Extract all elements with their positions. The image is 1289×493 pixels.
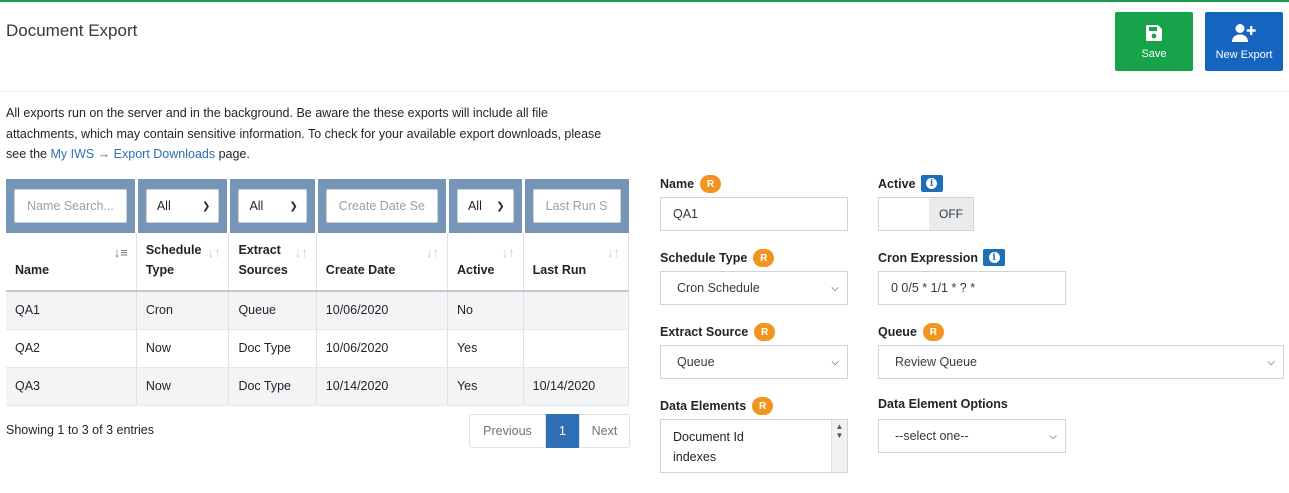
column-header-create-date[interactable]: ↓↑ Create Date <box>316 233 448 292</box>
chevron-down-icon: ⌵ <box>1267 356 1275 368</box>
extract-source-label: Extract Source R <box>660 323 776 341</box>
scrollbar[interactable]: ▲ ▼ <box>831 420 847 472</box>
header-divider <box>0 91 1289 92</box>
sort-icon: ↓↑ <box>207 245 221 260</box>
column-header-name[interactable]: ↓≡ Name <box>6 233 137 292</box>
intro-text: All exports run on the server and in the… <box>6 103 606 165</box>
chevron-down-icon: ❯ <box>289 200 298 212</box>
data-elements-label: Data Elements R <box>660 397 774 415</box>
active-toggle[interactable]: OFF <box>878 197 974 231</box>
sort-asc-icon: ↓≡ <box>113 245 128 260</box>
required-badge: R <box>753 249 775 267</box>
table-row[interactable]: QA3 Now Doc Type 10/14/2020 Yes 10/14/20… <box>6 367 630 406</box>
info-icon[interactable]: i <box>983 249 1006 266</box>
entries-info: Showing 1 to 3 of 3 entries <box>6 423 155 437</box>
chevron-down-icon: ⌵ <box>831 356 839 368</box>
cron-expression-label: Cron Expression i <box>878 249 1006 266</box>
name-input[interactable]: QA1 <box>660 197 848 231</box>
chevron-down-icon: ❯ <box>202 200 211 212</box>
user-plus-icon <box>1232 23 1256 42</box>
chevron-down-icon: ⌵ <box>831 282 839 294</box>
exports-table: Name Search... All ❯ All ❯ Create Date Se … <box>6 179 630 406</box>
create-date-search-input[interactable]: Create Date Se <box>325 189 438 223</box>
extract-source-select[interactable]: Queue ⌵ <box>660 345 848 379</box>
column-header-schedule-type[interactable]: ↓↑ Schedule Type <box>136 233 230 292</box>
data-elements-listbox[interactable]: Document Id indexes ▲ ▼ <box>660 419 848 473</box>
save-button-label: Save <box>1141 47 1167 60</box>
list-item[interactable]: Document Id <box>661 427 847 447</box>
sort-icon: ↓↑ <box>425 245 439 260</box>
sort-icon: ↓↑ <box>294 245 308 260</box>
active-label: Active i <box>878 175 943 192</box>
list-item[interactable]: indexes <box>661 447 847 467</box>
save-button[interactable]: Save <box>1115 12 1193 71</box>
next-page-button[interactable]: Next <box>579 414 630 448</box>
data-element-options-label: Data Element Options <box>878 397 1008 411</box>
table-row[interactable]: QA2 Now Doc Type 10/06/2020 Yes <box>6 329 630 368</box>
header-row: ↓≡ Name ↓↑ Schedule Type ↓↑ Extract Sources ↓… <box>6 233 630 292</box>
data-element-options-select[interactable]: --select one-- ⌵ <box>878 419 1066 453</box>
previous-page-button[interactable]: Previous <box>469 414 546 448</box>
top-accent-line <box>0 0 1289 2</box>
queue-select[interactable]: Review Queue ⌵ <box>878 345 1284 379</box>
chevron-down-icon: ⌵ <box>1049 430 1057 442</box>
name-label: Name R <box>660 175 722 193</box>
required-badge: R <box>922 323 944 341</box>
floppy-disk-icon <box>1146 24 1162 41</box>
queue-label: Queue R <box>878 323 944 341</box>
export-downloads-link[interactable]: My IWS → Export Downloads <box>50 147 215 161</box>
pagination: Previous 1 Next <box>469 414 630 448</box>
cron-expression-input[interactable]: 0 0/5 * 1/1 * ? * <box>878 271 1066 305</box>
info-icon[interactable]: i <box>920 175 943 192</box>
last-run-search-input[interactable]: Last Run S <box>532 189 621 223</box>
sort-icon: ↓↑ <box>501 245 515 260</box>
page-1-button[interactable]: 1 <box>546 414 579 448</box>
schedule-type-filter[interactable]: All ❯ <box>145 189 220 223</box>
sort-icon: ↓↑ <box>607 245 620 260</box>
page-title: Document Export <box>6 21 138 40</box>
toggle-state-label: OFF <box>929 198 973 230</box>
toggle-knob <box>879 198 929 230</box>
required-badge: R <box>754 323 776 341</box>
intro-text-after: page. <box>215 147 250 161</box>
schedule-type-label: Schedule Type R <box>660 249 775 267</box>
new-export-button-label: New Export <box>1215 48 1273 61</box>
scroll-down-icon[interactable]: ▼ <box>832 431 847 440</box>
filter-row: Name Search... All ❯ All ❯ Create Date Se … <box>6 179 629 233</box>
column-header-last-run[interactable]: ↓↑ Last Run <box>523 233 630 292</box>
extract-sources-filter[interactable]: All ❯ <box>238 189 307 223</box>
column-header-extract-sources[interactable]: ↓↑ Extract Sources <box>228 233 317 292</box>
name-search-input[interactable]: Name Search... <box>14 189 127 223</box>
required-badge: R <box>752 397 774 415</box>
new-export-button[interactable]: New Export <box>1205 12 1283 71</box>
schedule-type-select[interactable]: Cron Schedule ⌵ <box>660 271 848 305</box>
scroll-up-icon[interactable]: ▲ <box>832 422 847 431</box>
chevron-down-icon: ❯ <box>496 200 505 212</box>
column-header-active[interactable]: ↓↑ Active <box>447 233 524 292</box>
active-filter[interactable]: All ❯ <box>456 189 514 223</box>
required-badge: R <box>700 175 722 193</box>
table-row[interactable]: QA1 Cron Queue 10/06/2020 No <box>6 291 630 330</box>
